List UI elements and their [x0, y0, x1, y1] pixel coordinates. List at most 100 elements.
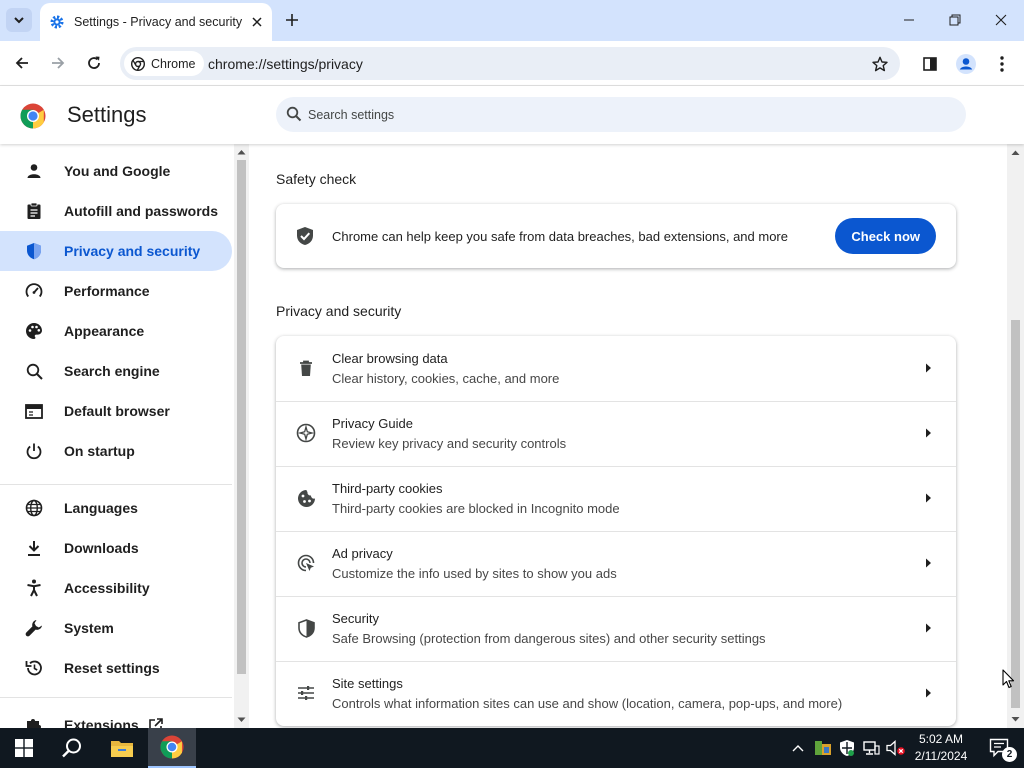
- network-tray-button[interactable]: [860, 728, 882, 768]
- scroll-down-arrow[interactable]: [1011, 715, 1020, 724]
- sidebar-item-appearance[interactable]: Appearance: [0, 311, 232, 351]
- sidebar-item-default-browser[interactable]: Default browser: [0, 391, 232, 431]
- sidebar-item-label: Reset settings: [64, 660, 160, 676]
- shield-outline-icon: [296, 618, 316, 638]
- sidebar-scrollbar[interactable]: [234, 144, 249, 728]
- sidebar-item-autofill[interactable]: Autofill and passwords: [0, 191, 232, 231]
- arrow-right-icon: [926, 493, 931, 503]
- sidebar-item-accessibility[interactable]: Accessibility: [0, 568, 232, 608]
- sidebar-divider: [0, 484, 232, 485]
- search-input[interactable]: [308, 97, 908, 132]
- row-title: Site settings: [332, 676, 403, 691]
- chrome-taskbar-button[interactable]: [148, 728, 196, 768]
- sidebar-item-label: Default browser: [64, 403, 170, 419]
- site-info-chip[interactable]: Chrome: [124, 51, 205, 76]
- download-icon: [24, 538, 44, 558]
- profile-button[interactable]: [952, 50, 980, 78]
- new-tab-button[interactable]: [282, 10, 302, 30]
- scroll-up-arrow[interactable]: [237, 147, 246, 156]
- sidebar-item-on-startup[interactable]: On startup: [0, 431, 232, 471]
- sidebar-item-label: Autofill and passwords: [64, 203, 219, 219]
- sidebar-item-languages[interactable]: Languages: [0, 488, 232, 528]
- page-title: Settings: [67, 102, 147, 127]
- kebab-menu-icon: [1000, 56, 1004, 72]
- row-security[interactable]: Security Safe Browsing (protection from …: [276, 596, 956, 661]
- sliders-icon: [296, 683, 316, 703]
- shield-check-icon: [297, 227, 313, 245]
- check-now-button[interactable]: Check now: [835, 218, 936, 254]
- speaker-muted-icon: [886, 740, 905, 756]
- restore-button[interactable]: [932, 0, 978, 40]
- reload-button[interactable]: [80, 49, 108, 77]
- row-third-party-cookies[interactable]: Third-party cookies Third-party cookies …: [276, 466, 956, 531]
- row-divider: [276, 661, 956, 662]
- main-scroll-thumb[interactable]: [1011, 320, 1020, 708]
- chrome-icon: [160, 735, 184, 759]
- taskbar-search-button[interactable]: [48, 728, 96, 768]
- safety-check-heading: Safety check: [276, 171, 357, 187]
- clock-time: 5:02 AM: [918, 732, 964, 746]
- row-privacy-guide[interactable]: Privacy Guide Review key privacy and sec…: [276, 401, 956, 466]
- clock-date: 2/11/2024: [914, 749, 968, 763]
- row-ad-privacy[interactable]: Ad privacy Customize the info used by si…: [276, 531, 956, 596]
- sidebar-scroll-thumb[interactable]: [237, 160, 246, 674]
- sidebar-item-label: Extensions: [64, 717, 139, 728]
- tab-settings[interactable]: Settings - Privacy and security: [40, 3, 272, 41]
- show-hidden-icons-button[interactable]: [788, 728, 808, 768]
- row-site-settings[interactable]: Site settings Controls what information …: [276, 661, 956, 726]
- close-window-button[interactable]: [978, 0, 1024, 40]
- chip-label: Chrome: [151, 56, 196, 71]
- sidebar-item-downloads[interactable]: Downloads: [0, 528, 232, 568]
- tab-strip: Settings - Privacy and security: [0, 0, 1024, 41]
- reload-icon: [88, 56, 100, 69]
- shield-icon: [24, 241, 44, 261]
- file-explorer-button[interactable]: [98, 728, 146, 768]
- tab-search-button[interactable]: [6, 8, 32, 32]
- sidebar-item-performance[interactable]: Performance: [0, 271, 232, 311]
- security-tray-button[interactable]: [836, 728, 858, 768]
- sidebar-item-system[interactable]: System: [0, 608, 232, 648]
- row-subtitle: Controls what information sites can use …: [332, 696, 843, 711]
- bookmark-button[interactable]: [870, 54, 890, 74]
- minimize-icon: [904, 19, 914, 21]
- scroll-up-arrow[interactable]: [1011, 148, 1020, 157]
- sidebar-item-reset-settings[interactable]: Reset settings: [0, 648, 232, 688]
- plus-icon: [286, 14, 298, 26]
- side-panel-button[interactable]: [916, 50, 944, 78]
- tray-app-button[interactable]: [812, 728, 834, 768]
- back-button[interactable]: [8, 49, 36, 77]
- forward-button[interactable]: [44, 49, 72, 77]
- search-icon: [286, 106, 302, 122]
- settings-search[interactable]: [276, 97, 966, 132]
- search-icon: [24, 361, 44, 381]
- close-icon: [252, 17, 262, 27]
- address-bar[interactable]: Chrome chrome://settings/privacy: [120, 47, 900, 80]
- chevron-up-icon: [792, 745, 804, 752]
- folder-icon: [111, 741, 133, 757]
- row-divider: [276, 401, 956, 402]
- person-icon: [24, 161, 44, 181]
- row-title: Privacy Guide: [332, 416, 413, 431]
- tab-close-button[interactable]: [248, 13, 266, 31]
- taskbar-clock[interactable]: 5:02 AM 2/11/2024: [910, 731, 972, 765]
- row-divider: [276, 596, 956, 597]
- windows-logo-icon: [15, 739, 33, 757]
- notifications-button[interactable]: 2: [980, 728, 1020, 768]
- clipboard-icon: [24, 201, 44, 221]
- minimize-button[interactable]: [886, 0, 932, 40]
- row-subtitle: Safe Browsing (protection from dangerous…: [332, 631, 766, 646]
- volume-tray-button[interactable]: [884, 728, 908, 768]
- scroll-down-arrow[interactable]: [237, 715, 246, 724]
- sidebar-item-extensions[interactable]: Extensions: [0, 705, 232, 728]
- sidebar-item-you-and-google[interactable]: You and Google: [0, 151, 232, 191]
- sidebar-item-privacy[interactable]: Privacy and security: [0, 231, 232, 271]
- start-button[interactable]: [0, 728, 48, 768]
- mouse-cursor-icon: [1002, 669, 1015, 689]
- sidebar-item-search-engine[interactable]: Search engine: [0, 351, 232, 391]
- main-scrollbar[interactable]: [1007, 144, 1024, 728]
- row-clear-browsing-data[interactable]: Clear browsing data Clear history, cooki…: [276, 336, 956, 401]
- menu-button[interactable]: [988, 50, 1016, 78]
- arrow-right-icon: [926, 688, 931, 698]
- sidebar: You and Google Autofill and passwords Pr…: [0, 144, 234, 728]
- chevron-down-icon: [14, 17, 24, 24]
